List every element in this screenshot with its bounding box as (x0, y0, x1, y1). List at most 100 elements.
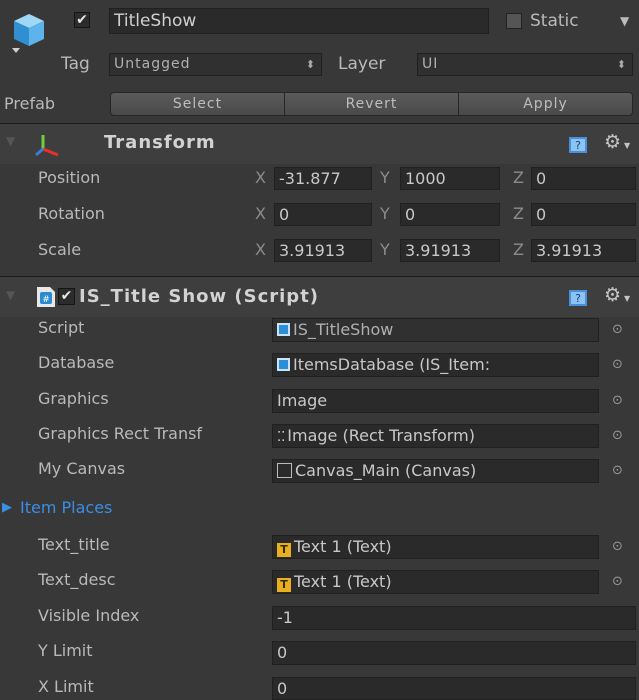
script-file-icon (277, 358, 290, 371)
position-x-field[interactable]: -31.877 (274, 167, 372, 190)
svg-text:?: ? (575, 139, 581, 152)
csharp-script-icon: # (37, 287, 55, 307)
item-places-foldout[interactable]: ▶ Item Places (0, 495, 300, 521)
script-field-label: Script (38, 318, 85, 337)
rotation-x-field[interactable]: 0 (274, 203, 372, 226)
my-canvas-label: My Canvas (38, 459, 126, 478)
prefab-revert-button[interactable]: Revert (284, 92, 459, 116)
tag-label: Tag (61, 54, 90, 74)
object-picker-icon[interactable]: ⊙ (612, 389, 623, 413)
position-z-axis[interactable]: Z (513, 166, 524, 190)
prefab-label: Prefab (4, 94, 56, 113)
scale-z-axis[interactable]: Z (513, 238, 524, 262)
rotation-z-field[interactable]: 0 (531, 203, 636, 226)
rect-transform-icon: ⁚⁚ (277, 430, 286, 445)
object-picker-icon[interactable]: ⊙ (612, 353, 623, 377)
text-title-label: Text_title (38, 535, 110, 554)
static-toggle[interactable]: Static ▼ (496, 8, 639, 34)
static-checkbox[interactable] (506, 13, 522, 29)
database-label: Database (38, 353, 115, 372)
foldout-arrow-icon[interactable]: ▶ (2, 496, 12, 520)
transform-header[interactable]: ▼ Transform ? ⚙ ▼ (0, 124, 639, 164)
script-component-title: IS_Title Show (Script) (79, 286, 320, 307)
database-value: ItemsDatabase (IS_Item: (293, 355, 491, 374)
text-title-value: Text 1 (Text) (294, 537, 392, 556)
scale-y-field[interactable]: 3.91913 (400, 239, 500, 262)
prefab-select-button[interactable]: Select (110, 92, 285, 116)
foldout-arrow-icon[interactable]: ▼ (6, 134, 15, 148)
svg-text:?: ? (575, 292, 581, 305)
database-object-field[interactable]: ItemsDatabase (IS_Item: (272, 353, 599, 377)
graphics-label: Graphics (38, 389, 109, 408)
layer-label: Layer (338, 54, 386, 74)
foldout-arrow-icon[interactable]: ▼ (6, 288, 15, 302)
scale-x-field[interactable]: 3.91913 (274, 239, 372, 262)
script-object-field[interactable]: IS_TitleShow (272, 318, 599, 342)
item-places-label: Item Places (20, 498, 113, 517)
text-title-field[interactable]: T Text 1 (Text) (272, 535, 599, 559)
transform-title: Transform (104, 132, 216, 153)
position-z-field[interactable]: 0 (531, 167, 636, 190)
layer-dropdown[interactable]: UI ⬍ (417, 53, 633, 76)
help-book-icon[interactable]: ? (569, 137, 587, 153)
position-y-axis[interactable]: Y (380, 166, 390, 190)
text-desc-label: Text_desc (38, 570, 116, 589)
position-y-field[interactable]: 1000 (400, 167, 500, 190)
script-component-header[interactable]: ▼ # ✔ IS_Title Show (Script) ? ⚙ ▼ (0, 277, 639, 317)
scale-x-axis[interactable]: X (255, 238, 266, 262)
y-limit-label: Y Limit (38, 641, 93, 660)
chevron-down-icon: ▼ (624, 141, 631, 150)
text-icon: T (277, 543, 291, 557)
object-picker-icon[interactable]: ⊙ (612, 570, 623, 594)
object-name-input[interactable]: TitleShow (109, 8, 489, 34)
graphics-rect-transform-field[interactable]: ⁚⁚ Image (Rect Transform) (272, 424, 599, 448)
x-limit-field[interactable]: 0 (272, 677, 636, 700)
layer-value: UI (422, 56, 439, 72)
gameobject-icon (10, 8, 48, 56)
dropdown-arrows-icon: ⬍ (305, 58, 315, 71)
transform-axes-icon (35, 135, 59, 157)
graphics-rect-transform-label: Graphics Rect Transf (38, 424, 203, 443)
rotation-label: Rotation (38, 204, 105, 223)
component-enabled-checkbox[interactable]: ✔ (58, 288, 75, 305)
svg-text:#: # (42, 295, 50, 305)
static-label: Static (530, 11, 579, 31)
rotation-x-axis[interactable]: X (255, 202, 266, 226)
my-canvas-field[interactable]: Canvas_Main (Canvas) (272, 459, 599, 483)
help-book-icon[interactable]: ? (569, 290, 587, 306)
canvas-icon (277, 463, 292, 478)
x-limit-label: X Limit (38, 677, 94, 696)
position-x-axis[interactable]: X (255, 166, 266, 190)
active-checkbox[interactable]: ✔ (74, 12, 90, 28)
text-icon: T (277, 578, 291, 592)
visible-index-label: Visible Index (38, 606, 140, 625)
tag-dropdown[interactable]: Untagged ⬍ (109, 53, 322, 76)
object-picker-icon[interactable]: ⊙ (612, 535, 623, 559)
chevron-down-icon: ▼ (624, 294, 631, 303)
gear-icon[interactable]: ⚙ (604, 131, 621, 153)
visible-index-field[interactable]: -1 (272, 606, 636, 630)
chevron-down-icon[interactable]: ▼ (620, 9, 629, 33)
script-file-icon (277, 323, 290, 336)
script-field-value: IS_TitleShow (293, 320, 394, 339)
my-canvas-value: Canvas_Main (Canvas) (295, 461, 477, 480)
tag-value: Untagged (114, 56, 191, 72)
position-label: Position (38, 168, 101, 187)
rotation-z-axis[interactable]: Z (513, 202, 524, 226)
object-picker-icon[interactable]: ⊙ (612, 424, 623, 448)
rotation-y-axis[interactable]: Y (380, 202, 390, 226)
prefab-apply-button[interactable]: Apply (458, 92, 633, 116)
graphics-object-field[interactable]: Image (272, 389, 599, 413)
object-picker-icon[interactable]: ⊙ (612, 459, 623, 483)
scale-label: Scale (38, 240, 82, 259)
scale-y-axis[interactable]: Y (380, 238, 390, 262)
graphics-rect-transform-value: Image (Rect Transform) (287, 426, 475, 445)
y-limit-field[interactable]: 0 (272, 641, 636, 665)
object-picker-icon[interactable]: ⊙ (612, 318, 623, 342)
gear-icon[interactable]: ⚙ (604, 284, 621, 306)
dropdown-arrows-icon: ⬍ (616, 58, 626, 71)
text-desc-value: Text 1 (Text) (294, 572, 392, 591)
rotation-y-field[interactable]: 0 (400, 203, 500, 226)
scale-z-field[interactable]: 3.91913 (531, 239, 636, 262)
text-desc-field[interactable]: T Text 1 (Text) (272, 570, 599, 594)
